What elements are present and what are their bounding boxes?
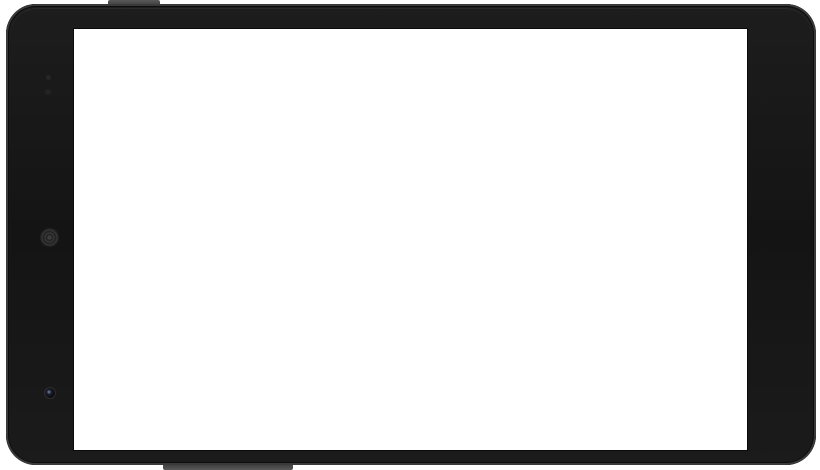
tablet-frame xyxy=(6,4,816,465)
device-screen[interactable] xyxy=(74,29,747,450)
proximity-sensor-icon xyxy=(45,89,51,95)
device-mockup xyxy=(0,0,820,470)
light-sensor-icon xyxy=(46,75,51,80)
front-camera-icon xyxy=(45,388,55,398)
speaker-grille-icon xyxy=(40,228,59,247)
